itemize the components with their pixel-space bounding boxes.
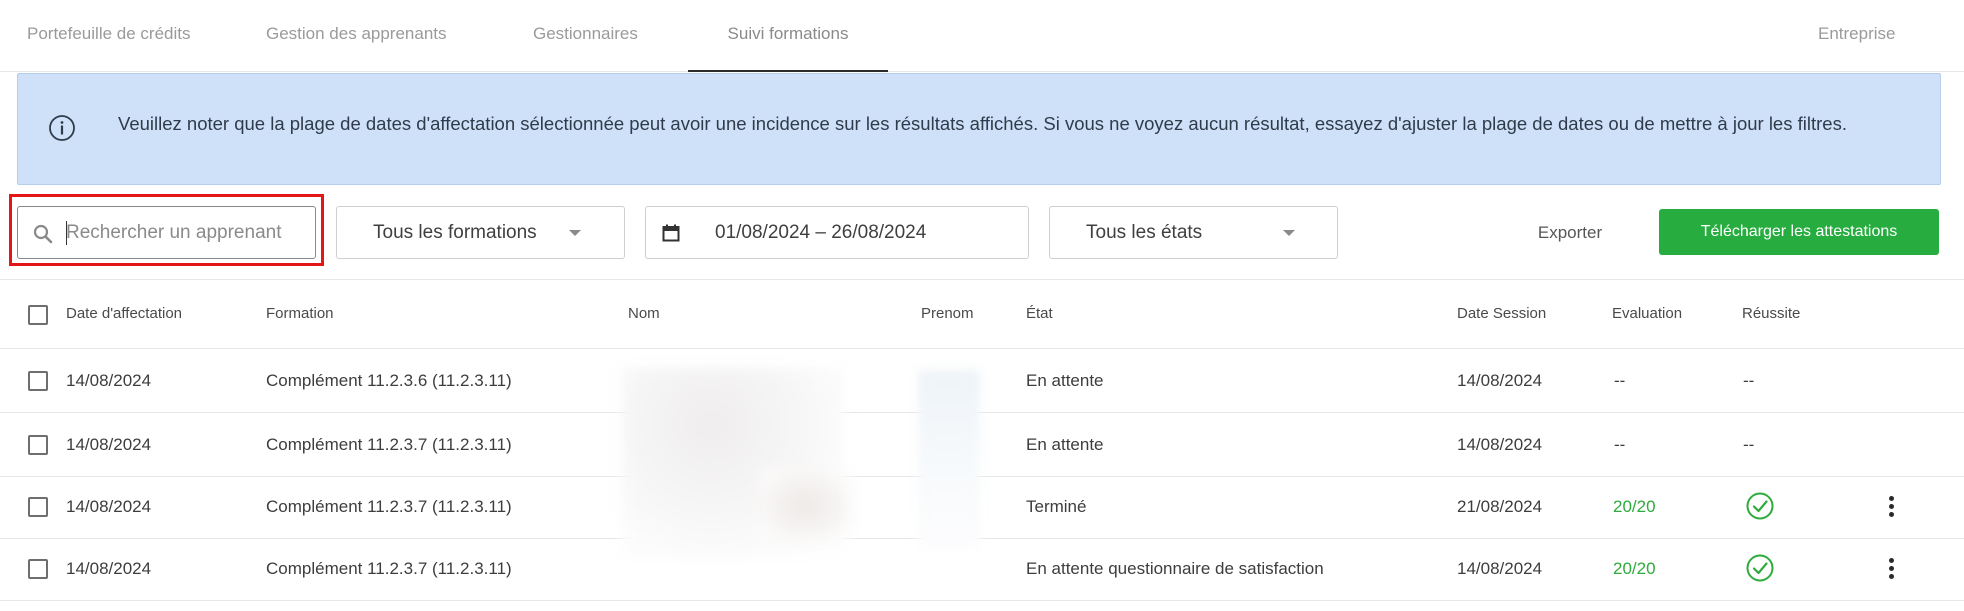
column-date-session[interactable]: Date Session bbox=[1457, 281, 1546, 347]
table-header: Date d'affectation Formation Nom Prenom … bbox=[0, 281, 1964, 349]
cell-etat: Terminé bbox=[1026, 497, 1087, 516]
column-etat[interactable]: État bbox=[1026, 281, 1053, 347]
select-all-checkbox[interactable] bbox=[28, 305, 48, 325]
tab-portefeuille-credits[interactable]: Portefeuille de crédits bbox=[27, 0, 190, 72]
tab-gestion-apprenants[interactable]: Gestion des apprenants bbox=[266, 0, 447, 72]
row-checkbox[interactable] bbox=[28, 435, 48, 455]
cell-etat: En attente questionnaire de satisfaction bbox=[1026, 559, 1324, 578]
cell-evaluation: -- bbox=[1614, 435, 1626, 454]
cell-date-session: 21/08/2024 bbox=[1457, 497, 1543, 516]
info-banner-text: Veuillez noter que la plage de dates d'a… bbox=[118, 113, 1847, 134]
cell-date-affectation: 14/08/2024 bbox=[66, 435, 152, 454]
search-icon bbox=[33, 224, 53, 244]
date-range-value: 01/08/2024 – 26/08/2024 bbox=[715, 222, 927, 243]
cell-date-affectation: 14/08/2024 bbox=[66, 559, 152, 578]
cell-reussite: -- bbox=[1743, 435, 1755, 454]
table-row[interactable]: 14/08/2024 Complément 11.2.3.7 (11.2.3.1… bbox=[0, 414, 1964, 477]
cell-formation: Complément 11.2.3.7 (11.2.3.11) bbox=[266, 497, 512, 516]
formations-select-label: Tous les formations bbox=[373, 222, 537, 243]
formations-select[interactable]: Tous les formations bbox=[336, 206, 625, 259]
date-range-picker[interactable]: 01/08/2024 – 26/08/2024 bbox=[645, 206, 1029, 259]
column-reussite[interactable]: Réussite bbox=[1742, 281, 1800, 347]
redacted-name-area bbox=[760, 470, 850, 540]
tab-gestionnaires[interactable]: Gestionnaires bbox=[533, 0, 638, 72]
states-select-label: Tous les états bbox=[1086, 222, 1203, 243]
top-tabs: Portefeuille de crédits Gestion des appr… bbox=[0, 0, 1964, 72]
cell-date-session: 14/08/2024 bbox=[1457, 371, 1543, 390]
info-icon bbox=[49, 115, 75, 141]
redacted-firstname-area bbox=[918, 370, 980, 550]
row-actions-menu-icon[interactable] bbox=[1880, 554, 1904, 584]
column-evaluation[interactable]: Evaluation bbox=[1612, 281, 1682, 347]
text-cursor bbox=[66, 221, 67, 245]
info-banner: Veuillez noter que la plage de dates d'a… bbox=[17, 73, 1941, 185]
cell-date-affectation: 14/08/2024 bbox=[66, 371, 152, 390]
chevron-down-icon bbox=[569, 230, 581, 236]
cell-formation: Complément 11.2.3.6 (11.2.3.11) bbox=[266, 371, 512, 390]
row-checkbox[interactable] bbox=[28, 497, 48, 517]
cell-reussite: -- bbox=[1743, 371, 1755, 390]
cell-etat: En attente bbox=[1026, 435, 1104, 454]
cell-formation: Complément 11.2.3.7 (11.2.3.11) bbox=[266, 559, 512, 578]
table-row[interactable]: 14/08/2024 Complément 11.2.3.6 (11.2.3.1… bbox=[0, 350, 1964, 413]
tab-suivi-formations[interactable]: Suivi formations bbox=[688, 0, 888, 72]
row-checkbox[interactable] bbox=[28, 559, 48, 579]
column-prenom[interactable]: Prenom bbox=[921, 281, 974, 347]
row-actions-menu-icon[interactable] bbox=[1880, 492, 1904, 522]
search-input[interactable] bbox=[66, 216, 306, 250]
cell-formation: Complément 11.2.3.7 (11.2.3.11) bbox=[266, 435, 512, 454]
table-row[interactable]: 14/08/2024 Complément 11.2.3.7 (11.2.3.1… bbox=[0, 538, 1964, 601]
column-formation[interactable]: Formation bbox=[266, 281, 334, 347]
cell-evaluation: -- bbox=[1614, 371, 1626, 390]
check-circle-icon bbox=[1746, 492, 1774, 520]
calendar-icon bbox=[662, 224, 680, 242]
download-certificates-button[interactable]: Télécharger les attestations bbox=[1659, 209, 1939, 255]
states-select[interactable]: Tous les états bbox=[1049, 206, 1338, 259]
chevron-down-icon bbox=[1283, 230, 1295, 236]
export-button[interactable]: Exporter bbox=[1520, 206, 1620, 259]
search-box[interactable] bbox=[17, 206, 316, 259]
check-circle-icon bbox=[1746, 554, 1774, 582]
row-checkbox[interactable] bbox=[28, 371, 48, 391]
cell-date-session: 14/08/2024 bbox=[1457, 559, 1543, 578]
cell-evaluation: 20/20 bbox=[1613, 497, 1656, 516]
cell-date-affectation: 14/08/2024 bbox=[66, 497, 152, 516]
cell-etat: En attente bbox=[1026, 371, 1104, 390]
table-row[interactable]: 14/08/2024 Complément 11.2.3.7 (11.2.3.1… bbox=[0, 476, 1964, 539]
cell-evaluation: 20/20 bbox=[1613, 559, 1656, 578]
cell-date-session: 14/08/2024 bbox=[1457, 435, 1543, 454]
tab-entreprise[interactable]: Entreprise bbox=[1818, 0, 1895, 72]
column-date-affectation[interactable]: Date d'affectation bbox=[66, 281, 182, 347]
column-nom[interactable]: Nom bbox=[628, 281, 660, 347]
